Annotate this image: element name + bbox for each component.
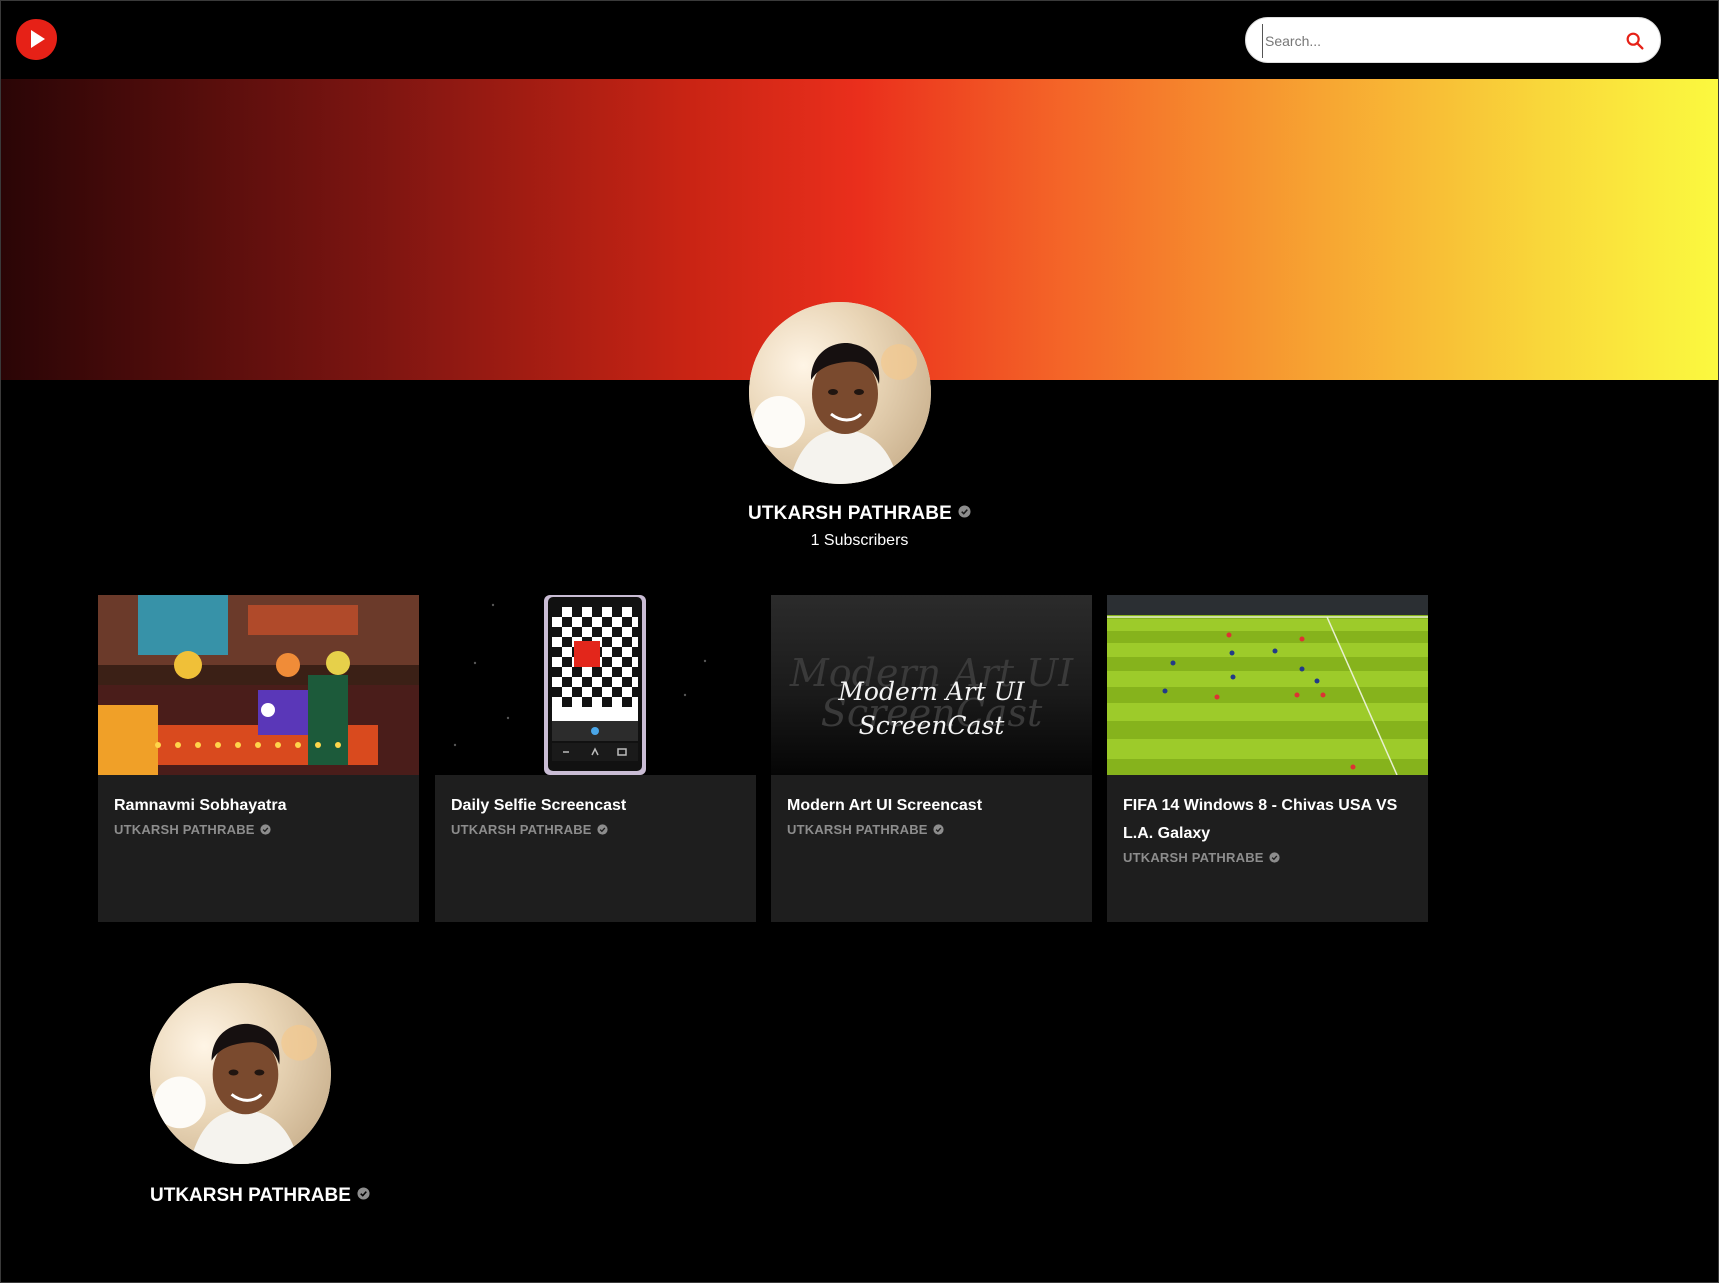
channel-name: UTKARSH PATHRABE [747, 503, 953, 524]
thumbnail-image [98, 595, 419, 775]
video-card[interactable]: Daily Selfie Screencast UTKARSH PATHRABE [435, 595, 756, 922]
channel-name-row: UTKARSH PATHRABE [0, 503, 1719, 525]
video-title[interactable]: Modern Art UI Screencast [787, 792, 1082, 820]
search-icon[interactable] [1624, 30, 1646, 52]
video-channel-label: UTKARSH PATHRABE [1123, 850, 1264, 865]
verified-icon [357, 1187, 370, 1201]
thumbnail-title-line: ScreenCast [858, 711, 1005, 740]
thumbnail-image [1107, 595, 1428, 775]
video-thumbnail[interactable] [1107, 595, 1428, 775]
video-title[interactable]: FIFA 14 Windows 8 - Chivas USA VS L.A. G… [1123, 792, 1418, 848]
video-channel-label: UTKARSH PATHRABE [787, 822, 928, 837]
verified-icon [958, 505, 971, 519]
play-logo-icon[interactable] [13, 16, 59, 62]
subscriber-count: 1 Subscribers [810, 532, 909, 549]
verified-icon [260, 824, 271, 835]
thumbnail-title-text: Modern Art UI ScreenCast [771, 675, 1092, 743]
video-card[interactable]: Modern Art UI ScreenCast Modern Art UI S… [771, 595, 1092, 922]
profile-avatar[interactable] [150, 983, 331, 1164]
video-card[interactable]: FIFA 14 Windows 8 - Chivas USA VS L.A. G… [1107, 595, 1428, 922]
video-title[interactable]: Daily Selfie Screencast [451, 792, 746, 820]
video-channel-label: UTKARSH PATHRABE [451, 822, 592, 837]
verified-icon [597, 824, 608, 835]
top-header [0, 0, 1719, 79]
video-card[interactable]: Ramnavmi Sobhayatra UTKARSH PATHRABE [98, 595, 419, 922]
search-bar [1245, 17, 1661, 63]
avatar-photo [150, 983, 331, 1164]
profile-name[interactable]: UTKARSH PATHRABE [150, 1185, 351, 1206]
verified-icon [933, 824, 944, 835]
verified-icon [1269, 852, 1280, 863]
video-thumbnail[interactable] [98, 595, 419, 775]
profile-name-row: UTKARSH PATHRABE [150, 1185, 370, 1207]
video-channel[interactable]: UTKARSH PATHRABE [114, 822, 271, 837]
search-input[interactable] [1262, 24, 1602, 58]
avatar-photo [749, 302, 931, 484]
video-thumbnail[interactable] [435, 595, 756, 775]
video-channel-label: UTKARSH PATHRABE [114, 822, 255, 837]
video-channel[interactable]: UTKARSH PATHRABE [787, 822, 944, 837]
video-channel[interactable]: UTKARSH PATHRABE [451, 822, 608, 837]
video-channel[interactable]: UTKARSH PATHRABE [1123, 850, 1280, 865]
video-thumbnail[interactable]: Modern Art UI ScreenCast Modern Art UI S… [771, 595, 1092, 775]
channel-avatar[interactable] [749, 302, 931, 484]
thumbnail-image [435, 595, 756, 775]
video-title[interactable]: Ramnavmi Sobhayatra [114, 792, 409, 820]
thumbnail-title-line: Modern Art UI [838, 677, 1025, 706]
channel-page: UTKARSH PATHRABE 1 Subscribers Ram [0, 0, 1719, 1283]
